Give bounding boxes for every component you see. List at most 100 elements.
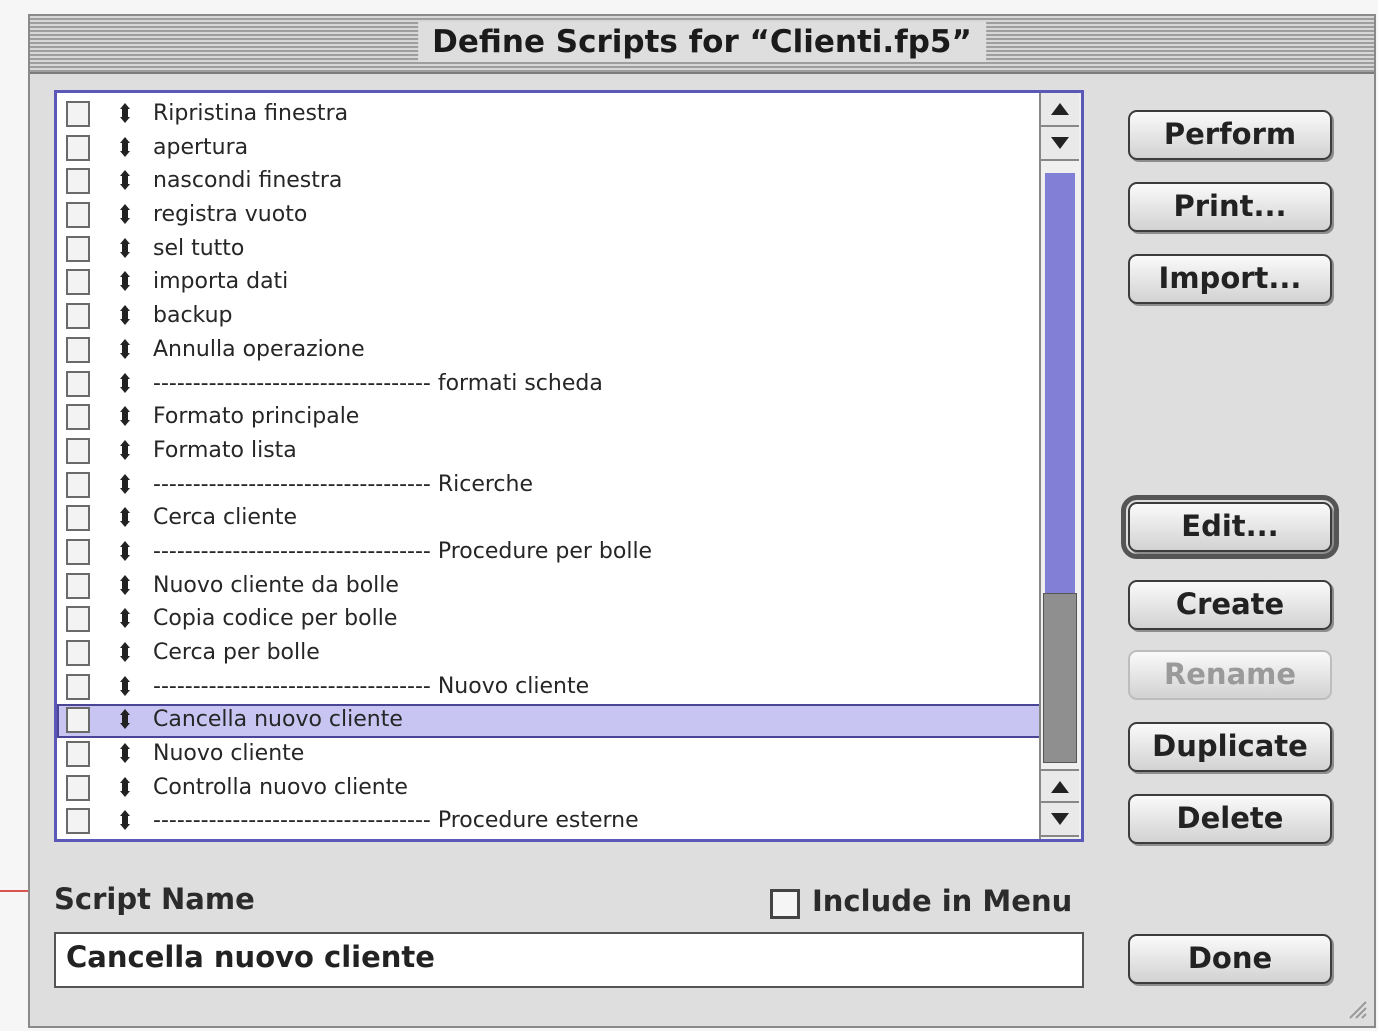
menu-include-checkbox[interactable] (66, 370, 90, 397)
script-row[interactable]: importa dati (57, 266, 1043, 300)
menu-include-checkbox[interactable] (66, 303, 90, 330)
duplicate-button[interactable]: Duplicate (1128, 722, 1332, 772)
script-row-label: Controlla nuovo cliente (153, 774, 408, 800)
menu-include-checkbox[interactable] (66, 673, 90, 700)
script-name-field[interactable]: Cancella nuovo cliente (54, 932, 1084, 988)
move-handle-icon[interactable] (119, 507, 131, 528)
script-row[interactable]: ----------------------------------- Rice… (57, 469, 1043, 503)
move-handle-icon[interactable] (119, 372, 131, 393)
menu-include-checkbox[interactable] (66, 336, 90, 363)
import-button[interactable]: Import... (1128, 254, 1332, 304)
perform-button[interactable]: Perform (1128, 110, 1332, 160)
move-handle-icon[interactable] (119, 237, 131, 258)
menu-include-checkbox[interactable] (66, 235, 90, 262)
script-row[interactable]: registra vuoto (57, 199, 1043, 233)
script-row-label: Formato lista (153, 437, 297, 463)
move-handle-icon[interactable] (119, 776, 131, 797)
script-row[interactable]: Cancella nuovo cliente (57, 704, 1043, 739)
script-row[interactable]: ----------------------------------- Nuov… (57, 671, 1043, 705)
move-handle-icon[interactable] (119, 709, 131, 730)
edit-button[interactable]: Edit... (1121, 495, 1339, 559)
script-row-label: Nuovo cliente da bolle (153, 572, 399, 598)
move-handle-icon[interactable] (119, 204, 131, 225)
move-handle-icon[interactable] (119, 540, 131, 561)
menu-include-checkbox[interactable] (66, 202, 90, 229)
script-row[interactable]: ----------------------------------- form… (57, 368, 1043, 402)
script-row-label: ----------------------------------- Proc… (153, 538, 653, 564)
script-row[interactable]: Nuovo cliente da bolle (57, 570, 1043, 604)
scroll-thumb[interactable] (1043, 593, 1077, 763)
script-row-label: ----------------------------------- form… (153, 370, 603, 396)
delete-button[interactable]: Delete (1128, 794, 1332, 844)
menu-include-checkbox[interactable] (66, 269, 90, 296)
margin-annotation-line (0, 890, 30, 892)
move-handle-icon[interactable] (119, 473, 131, 494)
script-row[interactable]: Annulla operazione (57, 334, 1043, 368)
scroll-up-arrow-icon (1051, 103, 1069, 115)
include-in-menu-label[interactable]: Include in Menu (812, 884, 1072, 918)
create-button[interactable]: Create (1128, 580, 1332, 630)
done-button[interactable]: Done (1128, 934, 1332, 984)
script-row[interactable]: ----------------------------------- Proc… (57, 805, 1043, 839)
move-handle-icon[interactable] (119, 574, 131, 595)
menu-include-checkbox[interactable] (66, 774, 90, 801)
script-row-label: nascondi finestra (153, 168, 343, 194)
menu-include-checkbox[interactable] (66, 572, 90, 599)
script-row[interactable]: Formato lista (57, 435, 1043, 469)
move-handle-icon[interactable] (119, 103, 131, 123)
script-row[interactable]: ----------------------------------- Proc… (57, 536, 1043, 570)
script-row[interactable]: nascondi finestra (57, 165, 1043, 199)
menu-include-checkbox[interactable] (66, 741, 90, 768)
script-row-label: Nuovo cliente (153, 741, 305, 767)
move-handle-icon[interactable] (119, 743, 131, 764)
move-handle-icon[interactable] (119, 642, 131, 662)
scroll-down-button[interactable] (1041, 127, 1079, 161)
menu-include-checkbox[interactable] (66, 134, 90, 161)
scroll-track[interactable] (1045, 173, 1075, 593)
scroll-down-button-bottom[interactable] (1041, 803, 1079, 837)
vertical-scrollbar[interactable] (1039, 93, 1081, 839)
script-row[interactable]: Controlla nuovo cliente (57, 772, 1043, 806)
script-row[interactable]: apertura (57, 132, 1043, 166)
scroll-up-button[interactable] (1041, 93, 1079, 127)
script-row-label: apertura (153, 134, 249, 160)
menu-include-checkbox[interactable] (66, 404, 90, 431)
scroll-up-button-bottom[interactable] (1041, 769, 1079, 803)
script-list[interactable]: Ripristina finestra apertura nascondi fine… (54, 90, 1084, 842)
menu-include-checkbox[interactable] (66, 471, 90, 498)
menu-include-checkbox[interactable] (66, 538, 90, 565)
move-handle-icon[interactable] (119, 338, 131, 359)
move-handle-icon[interactable] (119, 439, 131, 460)
move-handle-icon[interactable] (119, 305, 131, 326)
script-row[interactable]: Cerca per bolle (57, 637, 1043, 671)
menu-include-checkbox[interactable] (66, 640, 90, 666)
script-row[interactable]: Copia codice per bolle (57, 603, 1043, 637)
move-handle-icon[interactable] (119, 271, 131, 292)
menu-include-checkbox[interactable] (66, 707, 90, 734)
print-button[interactable]: Print... (1128, 182, 1332, 232)
menu-include-checkbox[interactable] (66, 101, 90, 127)
move-handle-icon[interactable] (119, 810, 131, 831)
move-handle-icon[interactable] (119, 675, 131, 696)
rename-button: Rename (1128, 650, 1332, 700)
title-bar[interactable]: Define Scripts for “Clienti.fp5” (30, 16, 1374, 74)
resize-grip-icon[interactable] (1346, 998, 1368, 1020)
move-handle-icon[interactable] (119, 170, 131, 191)
script-row[interactable]: Formato principale (57, 401, 1043, 435)
menu-include-checkbox[interactable] (66, 808, 90, 835)
move-handle-icon[interactable] (119, 406, 131, 427)
script-row[interactable]: backup (57, 300, 1043, 334)
script-list-rows: Ripristina finestra apertura nascondi fine… (57, 98, 1043, 839)
script-row[interactable]: Nuovo cliente (57, 738, 1043, 772)
menu-include-checkbox[interactable] (66, 437, 90, 464)
script-row[interactable]: sel tutto (57, 233, 1043, 267)
move-handle-icon[interactable] (119, 136, 131, 157)
move-handle-icon[interactable] (119, 608, 131, 629)
include-in-menu-checkbox[interactable] (770, 889, 800, 919)
script-row[interactable]: Cerca cliente (57, 502, 1043, 536)
menu-include-checkbox[interactable] (66, 168, 90, 195)
menu-include-checkbox[interactable] (66, 505, 90, 532)
script-row[interactable]: Ripristina finestra (57, 98, 1043, 132)
script-row-label: Cerca cliente (153, 505, 297, 531)
menu-include-checkbox[interactable] (66, 606, 90, 633)
